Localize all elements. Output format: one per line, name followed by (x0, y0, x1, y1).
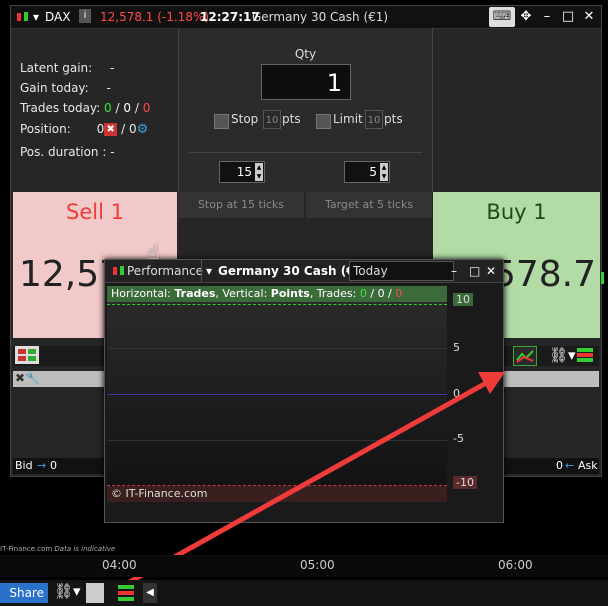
time-label: 05:00 (300, 558, 335, 572)
time-axis: 04:00 05:00 06:00 (0, 555, 608, 577)
link-icon[interactable]: ⛓▾ (54, 582, 81, 600)
footer-credit: IT-Finance.com Data is indicative (0, 545, 116, 553)
taskbar: Share ⛓▾ ◀ (0, 580, 608, 606)
share-button[interactable]: Share (0, 583, 48, 603)
annotation-arrow (123, 372, 505, 587)
scroll-left-icon[interactable]: ◀ (143, 583, 157, 603)
time-label: 04:00 (102, 558, 137, 572)
order-book-icon[interactable] (116, 583, 136, 603)
time-label: 06:00 (498, 558, 533, 572)
document-icon[interactable] (86, 583, 104, 603)
